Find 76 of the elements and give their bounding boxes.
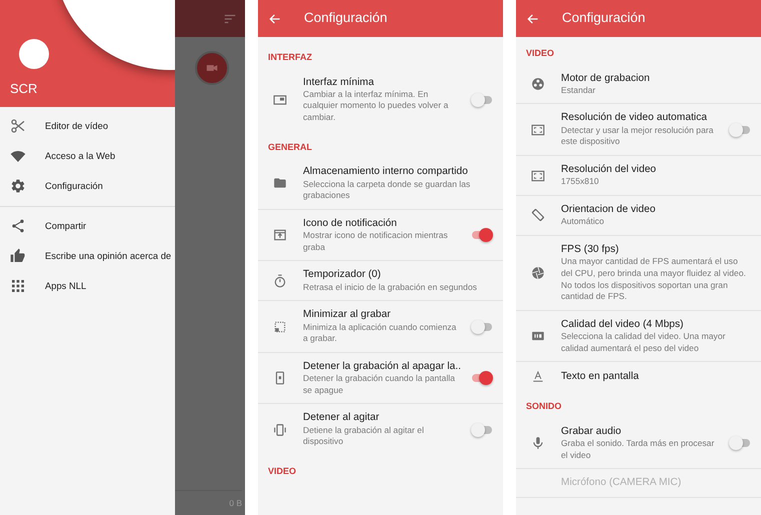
resolution-icon (531, 168, 545, 183)
toggle-switch[interactable] (471, 371, 493, 386)
setting-summary: Una mayor cantidad de FPS aumentará el uso del CPU, pero brinda una mayor fluidez al video. No todos los dispositivos soportan una gran cantidad de FPS. (561, 256, 747, 303)
section-header: VIDEO (525, 47, 556, 60)
window-icon (273, 92, 287, 107)
wifi-icon (10, 148, 26, 164)
setting-title[interactable]: Grabar audio (561, 424, 721, 438)
setting-summary: Detiene la grabación al agitar el dispositivo (303, 424, 425, 448)
timer-icon (273, 274, 287, 288)
back-icon[interactable] (526, 12, 540, 26)
setting-summary: Detener la grabación cuando la pantalla se apague (303, 373, 456, 396)
section-header: GENERAL (267, 140, 314, 154)
vibrate-icon (273, 422, 287, 437)
setting-title[interactable]: Temporizador (0) (303, 268, 493, 282)
setting-title[interactable]: Resolución de video automatica (561, 111, 721, 125)
drawer-menu-item[interactable]: Acceso a la Web (45, 148, 116, 164)
setting-title[interactable]: Detener al agitar (303, 411, 463, 425)
notification-icon (273, 228, 287, 242)
back-icon[interactable] (268, 12, 282, 26)
setting-title[interactable]: Orientacion de video (561, 203, 751, 216)
setting-title[interactable]: Detener la grabación al apagar la.. (303, 360, 463, 374)
setting-title[interactable]: Texto en pantalla (561, 370, 751, 383)
film-reel-icon (531, 76, 545, 91)
setting-title[interactable]: Resolución del video (561, 163, 751, 176)
rotate-icon (531, 208, 545, 222)
aperture-icon (531, 266, 545, 280)
setting-summary: Automático (561, 216, 605, 228)
avatar-circle (19, 39, 49, 69)
text-format-icon (531, 369, 545, 384)
crop-icon (273, 320, 287, 334)
resolution-icon (531, 122, 545, 137)
setting-summary: Selecciona la carpeta donde se guardan las grabaciones (303, 178, 472, 202)
toggle-switch[interactable] (471, 320, 493, 334)
section-header: INTERFAZ (267, 51, 313, 64)
setting-title[interactable]: Calidad del video (4 Mbps) (561, 318, 751, 332)
scissors-icon (10, 118, 26, 134)
screen-title: Configuración (304, 9, 388, 28)
folder-icon (273, 176, 287, 190)
drawer-menu-item[interactable]: Configuración (45, 178, 103, 194)
toggle-switch[interactable] (471, 92, 493, 107)
setting-summary: Selecciona la calidad del video. Una mayor calidad aumentará el peso del video (561, 331, 726, 354)
setting-title[interactable]: FPS (30 fps) (561, 242, 751, 256)
drawer-menu-item[interactable]: Compartir (45, 218, 86, 234)
drawer-menu-item[interactable]: Editor de vídeo (45, 118, 108, 134)
setting-title: Micrófono (CAMERA MIC) (561, 476, 682, 490)
screen-title: Configuración (562, 9, 646, 28)
grid-icon (10, 278, 26, 294)
toggle-switch[interactable] (471, 422, 493, 437)
microphone-icon (531, 436, 545, 450)
setting-summary: Detectar y usar la mejor resolución para este dispositivo (561, 124, 714, 148)
setting-summary: Graba el sonido. Tarda más en procesar el video (561, 438, 716, 462)
setting-title[interactable]: Motor de grabacion (561, 72, 751, 85)
setting-summary: Cambiar a la interfaz mínima. En cualquier momento lo puedes volver a cambiar. (303, 88, 450, 124)
record-fab[interactable] (195, 51, 229, 85)
toggle-switch[interactable] (729, 436, 751, 450)
setting-summary: Retrasa el inicio de la grabación en segundos (303, 282, 478, 294)
setting-title[interactable]: Almacenamiento interno compartido (303, 165, 493, 179)
section-header: VIDEO (267, 464, 298, 478)
setting-summary: 1755x810 (561, 176, 600, 188)
section-header: SONIDO (525, 400, 563, 414)
phone-icon (273, 371, 287, 386)
drawer-menu-item[interactable]: Escribe una opinión acerca de (45, 248, 172, 264)
settings-icon (10, 178, 26, 194)
setting-title[interactable]: Icono de notificación (303, 216, 463, 230)
setting-title[interactable]: Minimizar al grabar (303, 308, 463, 322)
share-icon (10, 218, 26, 234)
toggle-switch[interactable] (471, 228, 493, 242)
app-name: SCR (10, 80, 38, 98)
setting-summary: Estandar (561, 84, 596, 96)
setting-summary: Mostrar icono de notificacion mientras graba (303, 230, 449, 254)
drawer-menu-item[interactable]: Apps NLL (45, 278, 86, 294)
toggle-switch[interactable] (729, 122, 751, 137)
thumbs-up-icon (10, 248, 26, 264)
hd-icon (531, 329, 545, 343)
setting-title[interactable]: Interfaz mínima (303, 76, 463, 89)
setting-summary: Minimiza la aplicación cuando comienza a grabar. (303, 322, 458, 345)
